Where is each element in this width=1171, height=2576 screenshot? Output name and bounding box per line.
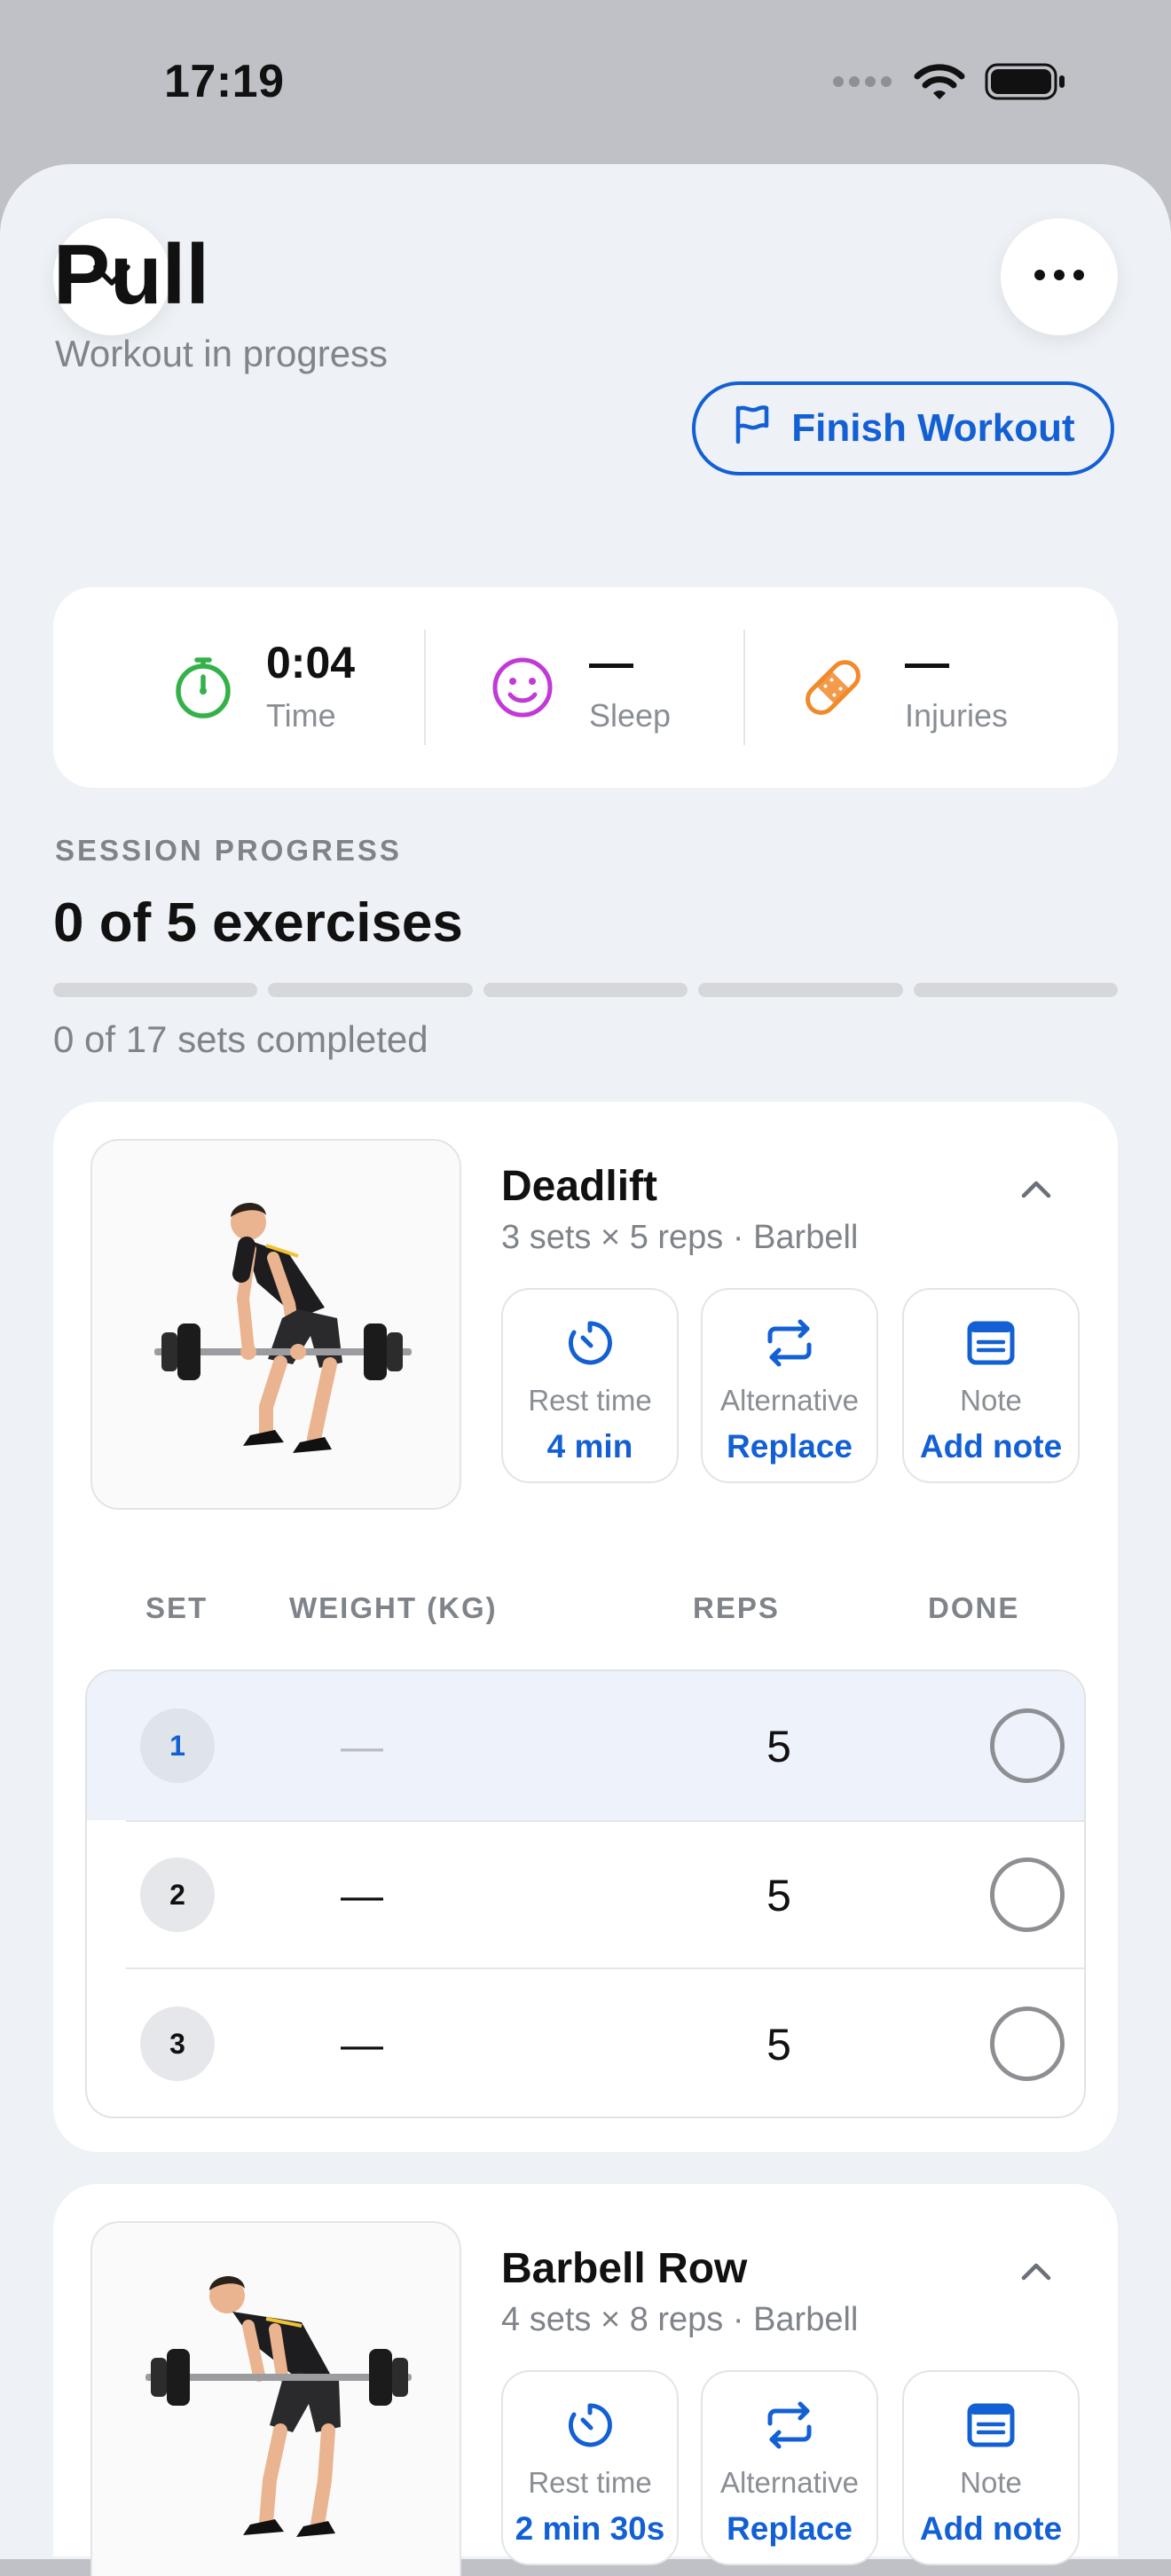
stat-injuries-value: — [905,638,949,687]
chevron-up-icon[interactable] [1011,1166,1061,1215]
more-options-button[interactable] [1001,218,1118,335]
finish-workout-button[interactable]: Finish Workout [692,381,1114,475]
progress-segment [698,983,903,997]
stats-card: 0:04 Time — Sleep — Injuries [53,587,1118,788]
stat-divider [743,630,745,745]
done-checkbox[interactable] [990,1857,1065,1932]
status-indicators [832,62,1066,106]
stat-injuries: — Injuries [797,587,1008,788]
session-progress-bar [53,983,1119,997]
page-subtitle: Workout in progress [55,333,389,374]
done-checkbox[interactable] [990,1708,1065,1783]
status-time: 17:19 [164,56,285,107]
stat-injuries-label: Injuries [905,697,1009,734]
note-button[interactable]: Note Add note [902,2370,1080,2565]
chevron-up-icon[interactable] [1011,2248,1061,2297]
note-value: Add note [919,1428,1063,1465]
sets-table: 1 — 5 2 — 5 3 — 5 [85,1669,1086,2118]
done-checkbox[interactable] [990,2007,1065,2081]
note-button[interactable]: Note Add note [902,1288,1080,1483]
reps-input[interactable]: 5 [726,1870,832,1921]
set-row-3[interactable]: 3 — 5 [87,1969,1084,2117]
rest-time-button[interactable]: Rest time 2 min 30s [501,2370,679,2565]
smiley-face-icon [486,651,559,724]
note-label: Note [960,1384,1022,1417]
exercise-meta: 4 sets × 8 reps · Barbell [501,2301,859,2338]
column-done: DONE [928,1591,1020,1624]
reps-input[interactable]: 5 [726,1721,832,1772]
note-icon [964,2399,1018,2452]
set-number: 3 [140,2007,215,2081]
progress-segment [483,983,688,997]
battery-icon [985,62,1066,106]
finish-workout-label: Finish Workout [791,406,1075,450]
deadlift-illustration[interactable] [90,1139,461,1510]
signal-dots-icon [832,75,894,92]
wifi-icon [914,62,965,106]
exercise-progress-title: 0 of 5 exercises [53,892,463,954]
exercise-card-barbell-row: Barbell Row 4 sets × 8 reps · Barbell Re… [53,2184,1118,2576]
exercise-name: Barbell Row [501,2245,748,2292]
stat-divider [424,630,426,745]
swap-arrows-icon [763,1316,816,1370]
stat-sleep-value: — [589,638,633,687]
alternative-button[interactable]: Alternative Replace [701,1288,878,1483]
bandage-icon [797,651,869,724]
exercise-card-deadlift: Deadlift 3 sets × 5 reps · Barbell Rest … [53,1102,1118,2152]
column-set: SET [145,1591,208,1624]
rest-time-label: Rest time [528,2466,652,2499]
stat-sleep-label: Sleep [589,697,672,734]
reps-input[interactable]: 5 [726,2019,832,2070]
row-divider [126,1820,1084,1822]
progress-segment [53,983,258,997]
sets-completed-text: 0 of 17 sets completed [53,1018,428,1060]
note-icon [964,1316,1018,1370]
progress-segment [268,983,473,997]
timer-icon [563,1316,617,1370]
weight-input[interactable]: — [309,1872,415,1920]
column-reps: REPS [693,1591,780,1624]
progress-segment [913,983,1119,997]
page-title: Pull [53,227,210,322]
exercise-name: Deadlift [501,1163,658,1210]
exercise-meta: 3 sets × 5 reps · Barbell [501,1219,859,1256]
set-number: 2 [140,1857,215,1932]
column-weight: WEIGHT (KG) [289,1591,498,1624]
swap-arrows-icon [763,2399,816,2452]
timer-icon [563,2399,617,2452]
rest-time-label: Rest time [528,1384,652,1417]
set-number: 1 [140,1708,215,1783]
stopwatch-icon [167,651,240,724]
set-row-2[interactable]: 2 — 5 [87,1820,1084,1969]
session-progress-label: SESSION PROGRESS [55,834,402,867]
alternative-value: Replace [727,2510,853,2547]
stat-time-label: Time [266,697,336,734]
status-bar: 17:19 [0,0,1171,169]
ellipsis-icon [1033,268,1086,287]
barbell-row-illustration[interactable] [90,2221,461,2576]
rest-time-value: 4 min [546,1428,633,1465]
alternative-label: Alternative [720,1384,859,1417]
note-label: Note [960,2466,1022,2499]
weight-input[interactable]: — [309,2021,415,2069]
weight-input[interactable]: — [309,1723,415,1771]
note-value: Add note [919,2510,1063,2547]
set-row-1[interactable]: 1 — 5 [87,1671,1084,1820]
alternative-label: Alternative [720,2466,859,2499]
stat-time: 0:04 Time [167,587,355,788]
stat-sleep: — Sleep [486,587,671,788]
flag-icon [731,404,772,454]
stat-time-value: 0:04 [266,638,356,687]
rest-time-value: 2 min 30s [515,2510,665,2547]
alternative-button[interactable]: Alternative Replace [701,2370,878,2565]
alternative-value: Replace [727,1428,853,1465]
rest-time-button[interactable]: Rest time 4 min [501,1288,679,1483]
